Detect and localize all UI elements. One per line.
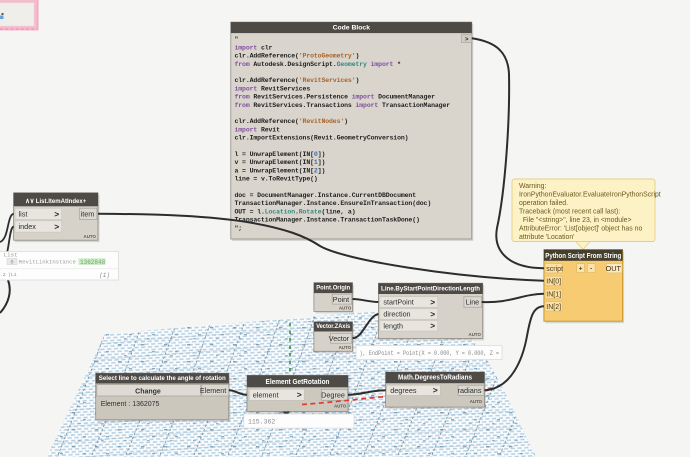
- svg-text:>: >: [430, 309, 435, 319]
- svg-text:115.362: 115.362: [248, 419, 275, 426]
- svg-text:File "<string>", line 23, in <: File "<string>", line 23, in <module>: [519, 217, 632, 224]
- svg-text:length: length: [383, 321, 403, 330]
- svg-text:direction: direction: [383, 310, 410, 319]
- svg-text:>: >: [433, 385, 438, 395]
- svg-text:>: >: [430, 297, 435, 307]
- svg-text:AUTO: AUTO: [469, 332, 482, 337]
- svg-text:Change: Change: [135, 389, 161, 396]
- svg-text:IN[1]: IN[1]: [546, 291, 561, 298]
- svg-text:import RevitServices: import RevitServices: [235, 85, 311, 92]
- svg-text:IN[2]: IN[2]: [546, 304, 561, 311]
- svg-text:";: ";: [235, 225, 243, 232]
- svg-text:clr.ImportExtensions(Revit.Geo: clr.ImportExtensions(Revit.GeometryConve…: [235, 135, 409, 142]
- svg-text:clr.AddReference('RevitNodes'): clr.AddReference('RevitNodes'): [235, 118, 348, 125]
- svg-text:+: +: [579, 265, 583, 272]
- svg-text:>: >: [465, 37, 469, 43]
- svg-text:AttributeError: 'List[object]': AttributeError: 'List[object]' object ha…: [519, 226, 642, 233]
- svg-text:AUTO: AUTO: [470, 399, 483, 404]
- svg-text:Line: Line: [466, 298, 480, 307]
- svg-text:AUTO: AUTO: [339, 345, 352, 350]
- svg-text:Element: Element: [200, 386, 226, 395]
- svg-text:item: item: [81, 209, 95, 218]
- svg-text:from RevitServices.Transaction: from RevitServices.Transactions import T…: [235, 102, 451, 109]
- svg-text:TransactionManager.Instance.Tr: TransactionManager.Instance.TransactionT…: [235, 217, 420, 224]
- svg-text:v = UnwrapElement(IN[1]): v = UnwrapElement(IN[1]): [235, 159, 326, 166]
- svg-text:>: >: [430, 321, 435, 331]
- svg-text:index: index: [19, 222, 37, 231]
- svg-text:.2 (L1: .2 (L1: [0, 272, 17, 278]
- svg-text:Math.DegreesToRadians: Math.DegreesToRadians: [398, 375, 472, 382]
- svg-text:startPoint: startPoint: [383, 298, 413, 307]
- svg-text:>: >: [297, 390, 302, 400]
- svg-text:1362848: 1362848: [80, 259, 106, 266]
- svg-text:RevitLinkInstance: RevitLinkInstance: [19, 259, 76, 266]
- svg-text:AUTO: AUTO: [84, 234, 97, 239]
- svg-text:l = UnwrapElement(IN[0]): l = UnwrapElement(IN[0]): [235, 151, 326, 158]
- svg-text:OUT: OUT: [606, 264, 622, 273]
- svg-text:0: 0: [10, 260, 13, 266]
- svg-text:script: script: [546, 266, 563, 273]
- svg-text:), EndPoint = Point(X = 0.000,: ), EndPoint = Point(X = 0.000, Y = 0.000…: [360, 350, 500, 357]
- svg-text:>: >: [54, 221, 59, 231]
- svg-text:clr.AddReference('RevitService: clr.AddReference('RevitServices'): [235, 77, 360, 84]
- svg-text:Vector.ZAxis: Vector.ZAxis: [316, 323, 350, 330]
- svg-text:from Autodesk.DesignScript.Geo: from Autodesk.DesignScript.Geometry impo…: [235, 61, 402, 68]
- svg-text:line = v.ToRevitType(): line = v.ToRevitType(): [235, 176, 318, 183]
- svg-text:Traceback (most recent call la: Traceback (most recent call last):: [519, 209, 620, 216]
- svg-text:List: List: [4, 252, 18, 259]
- svg-text:attribute 'Location': attribute 'Location': [519, 234, 575, 241]
- svg-text:∧∨ List.ItemAtIndex+: ∧∨ List.ItemAtIndex+: [25, 198, 86, 205]
- svg-text:degrees: degrees: [390, 386, 417, 395]
- svg-text:Code Block: Code Block: [333, 25, 371, 32]
- svg-text:Python Script From String: Python Script From String: [545, 253, 621, 260]
- svg-text:doc = DocumentManager.Instance: doc = DocumentManager.Instance.CurrentDB…: [235, 192, 417, 199]
- svg-text:TransactionManager.Instance.En: TransactionManager.Instance.EnsureInTran…: [235, 200, 432, 207]
- svg-text:Select line to calculate the a: Select line to calculate the angle of ro…: [99, 375, 226, 382]
- svg-text:IN[0]: IN[0]: [546, 278, 561, 285]
- svg-text:Line.ByStartPointDirectionLeng: Line.ByStartPointDirectionLength: [381, 286, 480, 293]
- svg-text:radians: radians: [458, 386, 482, 395]
- svg-text:Vector: Vector: [329, 334, 350, 343]
- svg-text:(1): (1): [99, 272, 110, 279]
- svg-text:Degree: Degree: [321, 390, 345, 399]
- svg-text:": ": [235, 36, 239, 43]
- svg-text:operation failed.: operation failed.: [519, 200, 568, 207]
- svg-text:clr.AddReference('ProtoGeometr: clr.AddReference('ProtoGeometry'): [235, 53, 360, 60]
- svg-text:element: element: [253, 390, 279, 399]
- svg-text:AUTO: AUTO: [334, 404, 347, 409]
- svg-text:from RevitServices.Persistence: from RevitServices.Persistence import Do…: [235, 94, 436, 101]
- svg-text:import clr: import clr: [235, 44, 273, 51]
- svg-text:>: >: [54, 209, 59, 219]
- svg-text:a = UnwrapElement(IN[2]): a = UnwrapElement(IN[2]): [235, 167, 326, 174]
- svg-text:Point: Point: [333, 295, 349, 304]
- svg-text:IronPythonEvaluator.EvaluateIr: IronPythonEvaluator.EvaluateIronPythonSc…: [519, 191, 661, 198]
- svg-text:Element : 1362075: Element : 1362075: [101, 401, 160, 408]
- svg-text:-: -: [590, 265, 592, 272]
- svg-text:import Revit: import Revit: [235, 126, 281, 133]
- svg-text:Point.Origin: Point.Origin: [316, 285, 350, 292]
- svg-text:list: list: [19, 209, 28, 218]
- svg-text:Warning:: Warning:: [519, 183, 546, 190]
- svg-text:AUTO: AUTO: [339, 306, 352, 311]
- svg-text:OUT = l.Location.Rotate(line,: OUT = l.Location.Rotate(line, a): [235, 208, 356, 215]
- svg-text:Element GetRotation: Element GetRotation: [266, 377, 330, 386]
